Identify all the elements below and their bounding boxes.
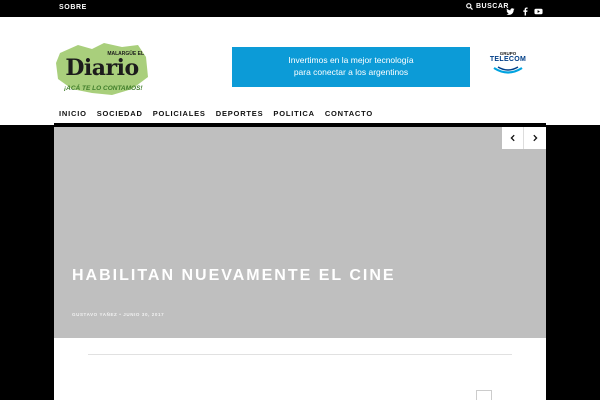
youtube-icon[interactable] [534, 3, 544, 15]
search-button[interactable]: BUSCAR [466, 3, 509, 10]
nav-item-inicio[interactable]: INICIO [54, 105, 92, 123]
nav-item-sociedad[interactable]: SOCIEDAD [92, 105, 148, 123]
about-link[interactable]: SOBRE [59, 4, 87, 11]
logo-tagline: ¡ACÁ TE LO CONTAMOS! [64, 85, 143, 92]
sponsor-arc-icon [493, 66, 523, 74]
featured-slider[interactable]: HABILITAN NUEVAMENTE EL CINE GUSTAVO YAÑ… [54, 127, 546, 338]
chevron-right-icon [533, 134, 538, 142]
search-icon [466, 3, 473, 10]
slider-controls [502, 127, 546, 149]
sponsor-name: TELECOM [489, 56, 527, 63]
sponsor-logo[interactable]: GRUPO TELECOM [488, 51, 528, 85]
facebook-icon[interactable] [521, 3, 531, 16]
search-label: BUSCAR [476, 3, 509, 10]
logo-main-text: Diario [65, 55, 139, 81]
top-bar: SOBRE BUSCAR [0, 0, 600, 17]
slide-title[interactable]: HABILITAN NUEVAMENTE EL CINE [72, 264, 412, 287]
twitter-icon[interactable] [506, 3, 516, 15]
slide-meta: GUSTAVO YAÑEZ • JUNIO 30, 2017 [72, 312, 165, 317]
chevron-left-icon [509, 134, 515, 142]
slider-prev-button[interactable] [502, 127, 524, 149]
nav-item-policiales[interactable]: POLICIALES [148, 105, 211, 123]
banner-line-1: Invertimos en la mejor tecnología [288, 55, 414, 65]
nav-item-politica[interactable]: POLITICA [268, 105, 319, 123]
content-card [88, 354, 512, 400]
card-control[interactable] [476, 390, 492, 400]
nav-item-contacto[interactable]: CONTACTO [320, 105, 378, 123]
main-nav: INICIO SOCIEDAD POLICIALES DEPORTES POLI… [54, 105, 546, 125]
nav-item-deportes[interactable]: DEPORTES [211, 105, 269, 123]
site-logo[interactable]: MALARGÜE EL Diario ¡ACÁ TE LO CONTAMOS! [52, 39, 152, 99]
slider-next-button[interactable] [524, 127, 546, 149]
banner-line-2: para conectar a los argentinos [293, 67, 409, 77]
ad-banner[interactable]: Invertimos en la mejor tecnología para c… [232, 47, 470, 87]
